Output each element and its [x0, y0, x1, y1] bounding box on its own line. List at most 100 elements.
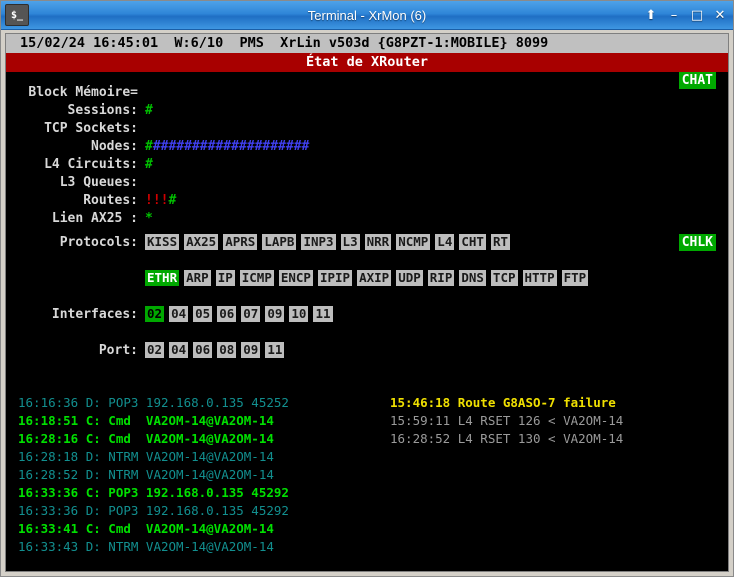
- chat-badge[interactable]: CHAT: [678, 72, 716, 89]
- ports-row: Port: 02 04 06 08 09 11: [6, 342, 728, 360]
- terminal-app-icon: $_: [5, 4, 29, 26]
- protocols-row-2: ETHR ARP IP ICMP ENCP IPIP AXIP UDP RIP DNS TCP HTT…: [6, 270, 728, 288]
- system-log-column: 15:46:18 Route G8ASO-7 failure 15:59:11 L…: [390, 394, 728, 556]
- stat-value-sessions: #: [145, 103, 153, 118]
- shade-button[interactable]: ⬆: [644, 9, 658, 22]
- stat-label-l4-circuits: L4 Circuits:: [44, 157, 138, 172]
- protocol-badge-lapb[interactable]: LAPB: [262, 234, 297, 250]
- stat-label-lien-ax25: Lien AX25 :: [51, 211, 138, 226]
- port-badge-04[interactable]: 04: [169, 342, 189, 358]
- xrouter-status-line: 15/02/24 16:45:01 W:6/10 PMS XrLin v503d…: [6, 34, 728, 53]
- protocol-badge-ip[interactable]: IP: [215, 270, 235, 286]
- stat-value-lien-ax25: *: [145, 211, 153, 226]
- stat-row-routes: Routes: !!!#: [6, 192, 728, 210]
- stat-row-l4-circuits: L4 Circuits: #: [6, 156, 728, 174]
- log-entry: 16:33:36 C: POP3 192.168.0.135 45292: [18, 485, 289, 500]
- protocol-badge-kiss[interactable]: KISS: [145, 234, 180, 250]
- interfaces-label: Interfaces:: [51, 307, 138, 322]
- protocol-badges-upper: KISS AX25 APRS LAPB INP3 L3 NRR NCMP L4 CHT RT: [145, 234, 510, 250]
- log-entry: 16:28:16 C: Cmd VA2OM-14@VA2OM-14: [18, 431, 274, 446]
- stat-label-tcp-sockets: TCP Sockets:: [44, 121, 138, 136]
- protocol-badge-tcp[interactable]: TCP: [490, 270, 518, 286]
- stat-value-nodes-blue: ####################: [152, 139, 310, 154]
- protocol-badge-nrr[interactable]: NRR: [364, 234, 392, 250]
- protocol-badge-l4[interactable]: L4: [435, 234, 455, 250]
- interface-badge-06[interactable]: 06: [217, 306, 237, 322]
- log-entry: 15:46:18 Route G8ASO-7 failure: [390, 395, 616, 410]
- port-badge-11[interactable]: 11: [265, 342, 285, 358]
- xrouter-title-banner: État de XRouter: [6, 53, 728, 72]
- interface-badge-07[interactable]: 07: [241, 306, 261, 322]
- port-badge-09[interactable]: 09: [241, 342, 261, 358]
- protocol-badge-ethr[interactable]: ETHR: [145, 270, 180, 286]
- protocol-badge-icmp[interactable]: ICMP: [239, 270, 274, 286]
- interface-badge-11[interactable]: 11: [313, 306, 333, 322]
- log-entry: 16:18:51 C: Cmd VA2OM-14@VA2OM-14: [18, 413, 274, 428]
- terminal-frame: 15/02/24 16:45:01 W:6/10 PMS XrLin v503d…: [5, 33, 729, 572]
- stat-value-routes: !!!#: [145, 192, 176, 210]
- window-titlebar[interactable]: $_ Terminal - XrMon (6) ⬆ – □ ✕: [1, 1, 733, 30]
- terminal-screen[interactable]: 15/02/24 16:45:01 W:6/10 PMS XrLin v503d…: [6, 34, 728, 571]
- stat-row-nodes: Nodes: #####################: [6, 138, 728, 156]
- stat-label-sessions: Sessions:: [67, 103, 138, 118]
- protocol-badge-arp[interactable]: ARP: [184, 270, 211, 286]
- interface-badge-05[interactable]: 05: [193, 306, 213, 322]
- terminal-icon-glyph: $_: [10, 9, 24, 21]
- log-entry: 16:16:36 D: POP3 192.168.0.135 45252: [18, 395, 289, 410]
- maximize-button[interactable]: □: [690, 9, 704, 22]
- stat-value-routes-alerts: !!!: [145, 193, 169, 208]
- protocol-badge-cht[interactable]: CHT: [459, 234, 486, 250]
- port-badge-06[interactable]: 06: [193, 342, 213, 358]
- minimize-button[interactable]: –: [667, 9, 681, 22]
- protocol-badge-l3[interactable]: L3: [340, 234, 360, 250]
- interface-badge-02[interactable]: 02: [145, 306, 165, 322]
- log-entry: 16:28:18 D: NTRM VA2OM-14@VA2OM-14: [18, 449, 274, 464]
- port-badge-08[interactable]: 08: [217, 342, 237, 358]
- protocol-badge-rip[interactable]: RIP: [427, 270, 455, 286]
- protocol-badge-rt[interactable]: RT: [490, 234, 510, 250]
- protocol-badge-ncmp[interactable]: NCMP: [396, 234, 431, 250]
- interface-badge-10[interactable]: 10: [289, 306, 309, 322]
- close-button[interactable]: ✕: [713, 9, 727, 22]
- terminal-window: $_ Terminal - XrMon (6) ⬆ – □ ✕ 15/02/24…: [0, 0, 734, 577]
- log-entry: 15:59:11 L4 RSET 126 < VA2OM-14: [390, 413, 624, 428]
- stat-label-block-memoire: Block Mémoire=: [28, 85, 138, 100]
- log-entry: 16:33:41 C: Cmd VA2OM-14@VA2OM-14: [18, 521, 274, 536]
- chlk-badge[interactable]: CHLK: [678, 234, 716, 251]
- stat-row-sessions: Sessions: #: [6, 102, 728, 120]
- port-badge-02[interactable]: 02: [145, 342, 165, 358]
- stat-row-lien-ax25: Lien AX25 : *: [6, 210, 728, 228]
- stat-label-l3-queues: L3 Queues:: [59, 175, 138, 190]
- protocol-badge-aprs[interactable]: APRS: [223, 234, 258, 250]
- interface-badge-04[interactable]: 04: [169, 306, 189, 322]
- stat-label-routes: Routes:: [83, 193, 138, 208]
- ports-label: Port:: [98, 343, 138, 358]
- protocol-badge-http[interactable]: HTTP: [522, 270, 557, 286]
- protocol-badge-ftp[interactable]: FTP: [561, 270, 589, 286]
- log-entry: 16:33:43 D: NTRM VA2OM-14@VA2OM-14: [18, 539, 274, 554]
- stat-row-block-memoire: Block Mémoire=: [6, 84, 728, 102]
- window-title: Terminal - XrMon (6): [307, 7, 427, 23]
- protocol-badge-encp[interactable]: ENCP: [278, 270, 313, 286]
- stat-value-nodes: #####################: [145, 138, 309, 156]
- protocol-badge-dns[interactable]: DNS: [459, 270, 486, 286]
- event-log-area[interactable]: 16:16:36 D: POP3 192.168.0.135 45252 16:1…: [6, 394, 728, 556]
- stat-row-l3-queues: L3 Queues:: [6, 174, 728, 192]
- stat-value-l4-circuits: #: [145, 157, 153, 172]
- stat-label-nodes: Nodes:: [91, 139, 138, 154]
- protocols-row-1: Protocols: KISS AX25 APRS LAPB INP3 L3 NRR NCMP…: [6, 234, 728, 252]
- stat-row-tcp-sockets: TCP Sockets:: [6, 120, 728, 138]
- log-entry: 16:28:52 D: NTRM VA2OM-14@VA2OM-14: [18, 467, 274, 482]
- window-controls: ⬆ – □ ✕: [644, 9, 727, 22]
- interface-badge-09[interactable]: 09: [265, 306, 285, 322]
- protocol-badge-axip[interactable]: AXIP: [357, 270, 392, 286]
- interfaces-row: Interfaces: 02 04 05 06 07 09 10 11: [6, 306, 728, 324]
- status-panel: CHAT CHLK Block Mémoire= Sessions: # TCP…: [6, 72, 728, 360]
- port-badges: 02 04 06 08 09 11: [145, 342, 285, 358]
- session-log-column: 16:16:36 D: POP3 192.168.0.135 45252 16:1…: [18, 394, 390, 556]
- protocol-badge-ipip[interactable]: IPIP: [317, 270, 353, 286]
- protocol-badge-inp3[interactable]: INP3: [301, 234, 336, 250]
- protocol-badge-ax25[interactable]: AX25: [184, 234, 219, 250]
- interface-badges: 02 04 05 06 07 09 10 11: [145, 306, 333, 322]
- protocol-badge-udp[interactable]: UDP: [396, 270, 423, 286]
